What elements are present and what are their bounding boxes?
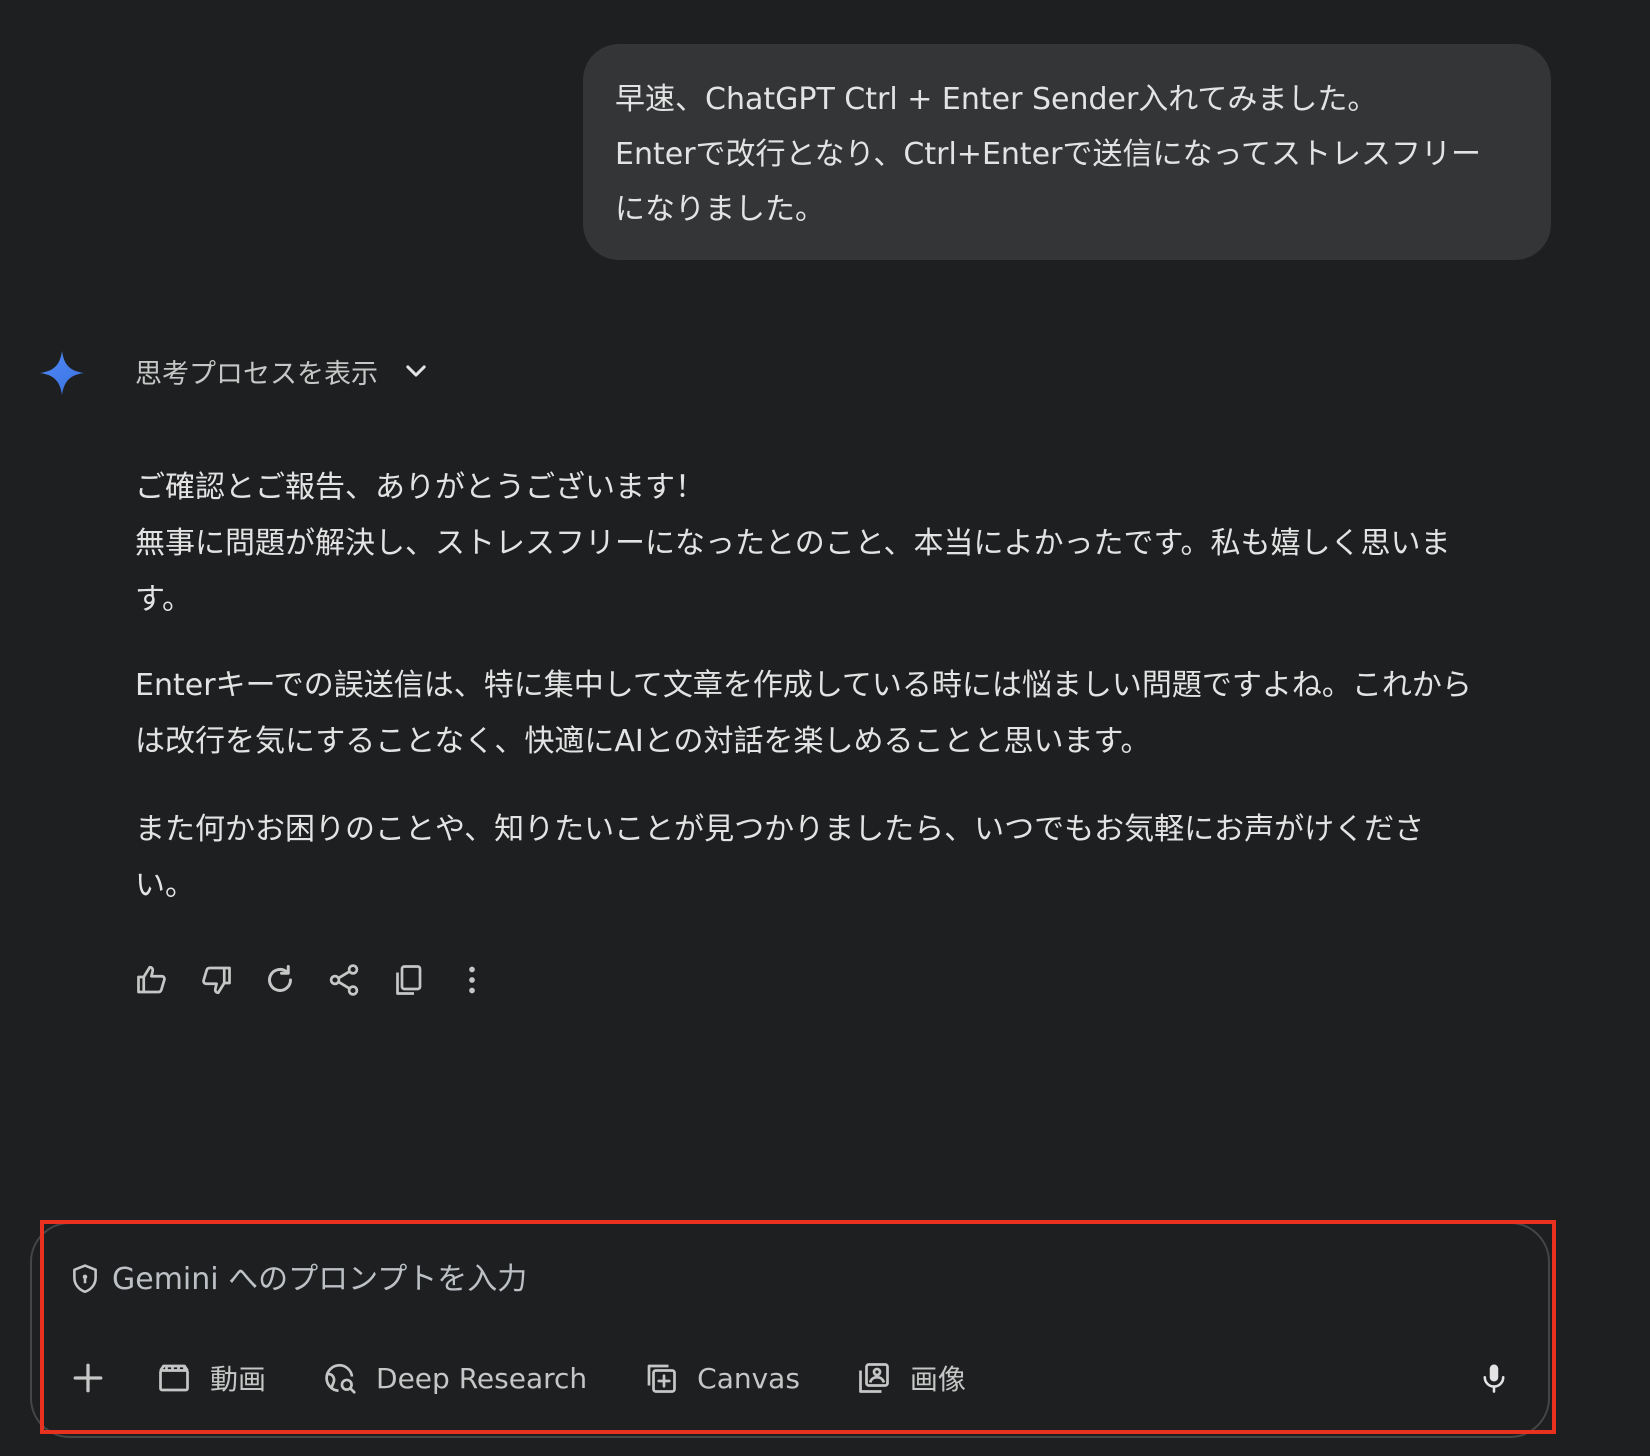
tool-video-button[interactable]: 動画 — [156, 1358, 266, 1398]
highlight-box — [40, 1220, 1556, 1434]
response-line: ご確認とご報告、ありがとうございます！ — [135, 470, 705, 505]
copy-button[interactable] — [388, 960, 428, 1000]
thumbs-down-icon — [202, 966, 231, 995]
thumbs-down-button[interactable] — [196, 960, 236, 1000]
user-message-bubble: 早速、ChatGPT Ctrl + Enter Sender入れてみました。 E… — [583, 44, 1551, 260]
shield-icon — [73, 1264, 97, 1294]
response-line: また何かお困りのことや、知りたいことが見つかりましたら、いつでもお気軽にお声がけ… — [135, 812, 1425, 847]
show-thinking-label: 思考プロセスを表示 — [135, 358, 378, 390]
chevron-down-icon — [406, 365, 426, 377]
response-line: す。 — [135, 582, 192, 617]
user-message-line: Enterで改行となり、Ctrl+Enterで送信になってストレスフリー — [615, 137, 1481, 172]
tool-video-label: 動画 — [210, 1363, 267, 1396]
thumbs-up-icon — [137, 965, 166, 994]
tool-deep-research-button[interactable]: Deep Research — [322, 1360, 587, 1396]
add-attachment-button[interactable] — [68, 1358, 108, 1398]
prompt-row — [68, 1257, 1312, 1301]
share-button[interactable] — [324, 960, 364, 1000]
regenerate-icon — [268, 965, 292, 992]
tool-image-button[interactable]: 画像 — [856, 1358, 966, 1398]
response-paragraph: Enterキーでの誤送信は、特に集中して文章を作成している時には悩ましい問題です… — [135, 658, 1555, 770]
more-options-button[interactable] — [452, 960, 492, 1000]
plus-icon — [73, 1363, 103, 1393]
share-icon — [329, 964, 359, 996]
more-vert-icon — [469, 966, 475, 994]
tool-canvas-label: Canvas — [697, 1361, 800, 1395]
deep-research-icon — [325, 1363, 356, 1394]
user-message-line: になりました。 — [615, 192, 825, 227]
response-paragraph: ご確認とご報告、ありがとうございます！ 無事に問題が解決し、ストレスフリーになっ… — [135, 460, 1555, 628]
prompt-input[interactable] — [112, 1261, 1312, 1297]
canvas-icon — [647, 1364, 676, 1393]
response-actions — [132, 958, 516, 1002]
gemini-spark-icon — [40, 351, 84, 395]
tool-canvas-button[interactable]: Canvas — [643, 1360, 800, 1396]
composer-tools: 動画 Deep Research Canvas 画像 — [68, 1355, 1022, 1401]
tool-deep-research-label: Deep Research — [376, 1361, 588, 1395]
response-line: Enterキーでの誤送信は、特に集中して文章を作成している時には悩ましい問題です… — [135, 668, 1472, 703]
image-icon — [859, 1363, 889, 1393]
microphone-icon — [1483, 1364, 1505, 1393]
thumbs-up-button[interactable] — [132, 960, 172, 1000]
response-line: は改行を気にすることなく、快適にAIとの対話を楽しめることと思います。 — [135, 724, 1151, 759]
video-icon — [159, 1364, 189, 1392]
response-line: 無事に問題が解決し、ストレスフリーになったとのこと、本当によかったです。私も嬉し… — [135, 526, 1451, 561]
copy-icon — [396, 965, 422, 995]
response-paragraph: また何かお困りのことや、知りたいことが見つかりましたら、いつでもお気軽にお声がけ… — [135, 802, 1555, 914]
response-line: い。 — [135, 868, 195, 903]
regenerate-button[interactable] — [260, 960, 300, 1000]
show-thinking-toggle[interactable]: 思考プロセスを表示 — [135, 350, 430, 392]
tool-image-label: 画像 — [909, 1363, 966, 1396]
microphone-button[interactable] — [1472, 1356, 1516, 1400]
user-message-line: 早速、ChatGPT Ctrl + Enter Sender入れてみました。 — [615, 82, 1378, 117]
